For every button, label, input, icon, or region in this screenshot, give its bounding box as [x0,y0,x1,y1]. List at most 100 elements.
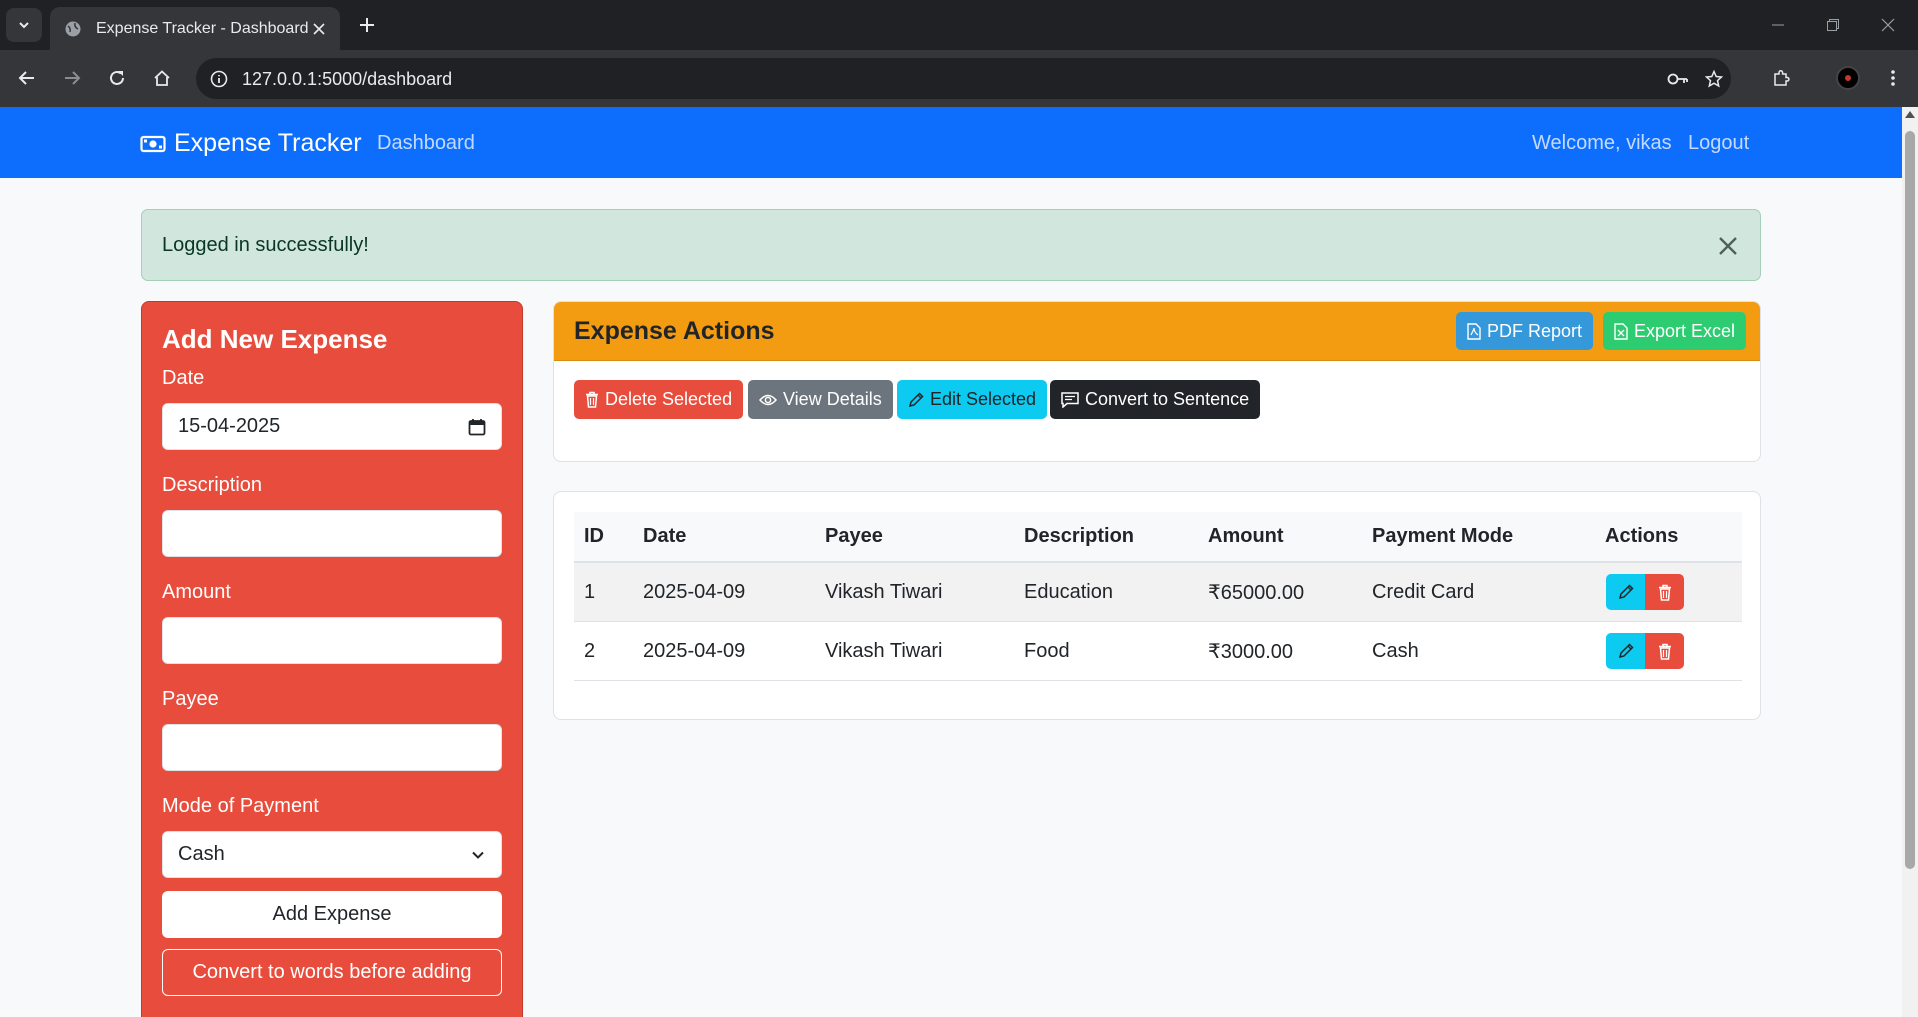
key-icon [1667,73,1688,85]
globe-icon [65,21,81,36]
alert-message: Logged in successfully! [162,234,369,256]
table-row[interactable]: 1 2025-04-09 Vikash Tiwari Education ₹65… [574,563,1742,622]
header-id: ID [584,525,604,547]
cell-id: 1 [584,580,596,603]
close-tab-icon[interactable] [312,22,326,36]
form-title: Add New Expense [162,324,388,354]
payment-mode-label: Mode of Payment [162,795,319,817]
back-button[interactable] [10,61,44,95]
calendar-icon[interactable] [468,418,486,436]
tab-title: Expense Tracker - Dashboard [96,19,309,37]
more-vertical-icon [1891,70,1895,86]
browser-tab-bar: Expense Tracker - Dashboard [0,0,1918,50]
header-payment-mode: Payment Mode [1372,525,1514,547]
nav-link-dashboard[interactable]: Dashboard [377,132,475,155]
app-navbar: Expense Tracker Dashboard Welcome, vikas… [0,107,1902,178]
password-key-button[interactable] [1662,63,1694,95]
row-edit-button[interactable] [1606,633,1645,669]
minimize-button[interactable] [1758,8,1798,42]
description-field[interactable] [162,510,502,557]
success-alert: Logged in successfully! [141,209,1761,281]
header-description: Description [1024,525,1135,547]
view-details-label: View Details [783,389,882,409]
convert-to-sentence-button[interactable]: Convert to Sentence [1050,380,1261,419]
reload-button[interactable] [100,61,134,95]
home-button[interactable] [145,61,179,95]
add-expense-button[interactable]: Add Expense [162,891,502,938]
row-delete-button[interactable] [1645,633,1684,669]
cell-payment-mode: Cash [1372,639,1419,662]
header-actions: Actions [1605,525,1679,547]
url-text[interactable]: 127.0.0.1:5000/dashboard [242,69,452,90]
profile-button[interactable] [1831,61,1865,95]
minimize-icon [1772,24,1784,26]
edit-selected-label: Edit Selected [930,389,1037,409]
table-row[interactable]: 2 2025-04-09 Vikash Tiwari Food ₹3000.00… [574,622,1742,681]
description-label: Description [162,474,263,496]
new-tab-button[interactable] [352,10,382,40]
bookmark-button[interactable] [1698,63,1730,95]
file-excel-icon [1614,322,1628,340]
convert-to-words-button[interactable]: Convert to words before adding [162,949,502,996]
export-excel-button[interactable]: Export Excel [1603,312,1747,350]
scroll-up-arrow-icon[interactable] [1905,111,1915,118]
close-icon [1719,237,1737,255]
page-scrollbar[interactable] [1902,107,1918,1017]
payment-mode-select[interactable]: Cash [162,831,502,878]
puzzle-icon [1774,69,1790,86]
eye-icon [759,394,777,405]
expense-actions-title: Expense Actions [574,317,775,345]
date-label: Date [162,367,205,389]
cash-icon [140,134,166,154]
cell-date: 2025-04-09 [643,639,746,662]
pdf-report-label: PDF Report [1487,320,1583,341]
convert-to-sentence-label: Convert to Sentence [1085,389,1250,409]
chat-text-icon [1061,391,1079,408]
pencil-icon [1618,643,1634,659]
chevron-down-icon [472,851,484,859]
cell-amount: ₹65000.00 [1208,581,1305,604]
row-actions [1606,622,1684,680]
table-header-row: ID Date Payee Description Amount Payment… [574,512,1742,563]
cell-payee: Vikash Tiwari [825,580,943,603]
row-delete-button[interactable] [1645,574,1684,610]
browser-toolbar: 127.0.0.1:5000/dashboard [0,50,1918,107]
payee-field[interactable] [162,724,502,771]
restore-button[interactable] [1813,8,1853,42]
site-info-button[interactable] [204,64,234,94]
forward-button[interactable] [55,61,89,95]
amount-field[interactable] [162,617,502,664]
star-icon [1705,70,1723,88]
trash-icon [1658,584,1671,601]
plus-icon [360,18,374,32]
payee-label: Payee [162,688,219,710]
scroll-thumb[interactable] [1905,131,1915,869]
pdf-report-button[interactable]: PDF Report [1456,312,1594,350]
arrow-left-icon [18,71,34,85]
cell-date: 2025-04-09 [643,580,746,603]
home-icon [154,70,170,86]
edit-selected-button[interactable]: Edit Selected [897,380,1048,419]
extensions-button[interactable] [1764,61,1798,95]
header-payee: Payee [825,525,883,547]
date-field[interactable]: 15-04-2025 [162,403,502,450]
delete-selected-label: Delete Selected [605,389,733,409]
cell-payment-mode: Credit Card [1372,580,1475,603]
alert-close-button[interactable] [1714,232,1742,260]
row-edit-button[interactable] [1606,574,1645,610]
delete-selected-button[interactable]: Delete Selected [574,380,744,419]
address-bar[interactable]: 127.0.0.1:5000/dashboard [196,58,1731,99]
trash-icon [1658,643,1671,660]
browser-tab[interactable]: Expense Tracker - Dashboard [50,7,340,50]
nav-link-logout[interactable]: Logout [1688,132,1749,155]
tab-search-button[interactable] [6,8,42,42]
browser-menu-button[interactable] [1876,61,1910,95]
close-window-button[interactable] [1868,8,1908,42]
close-icon [1881,18,1895,32]
reload-icon [110,70,124,85]
info-icon [210,70,228,88]
navbar-brand[interactable]: Expense Tracker [140,129,362,158]
cell-amount: ₹3000.00 [1208,640,1294,663]
view-details-button[interactable]: View Details [748,380,893,419]
header-amount: Amount [1208,525,1284,547]
